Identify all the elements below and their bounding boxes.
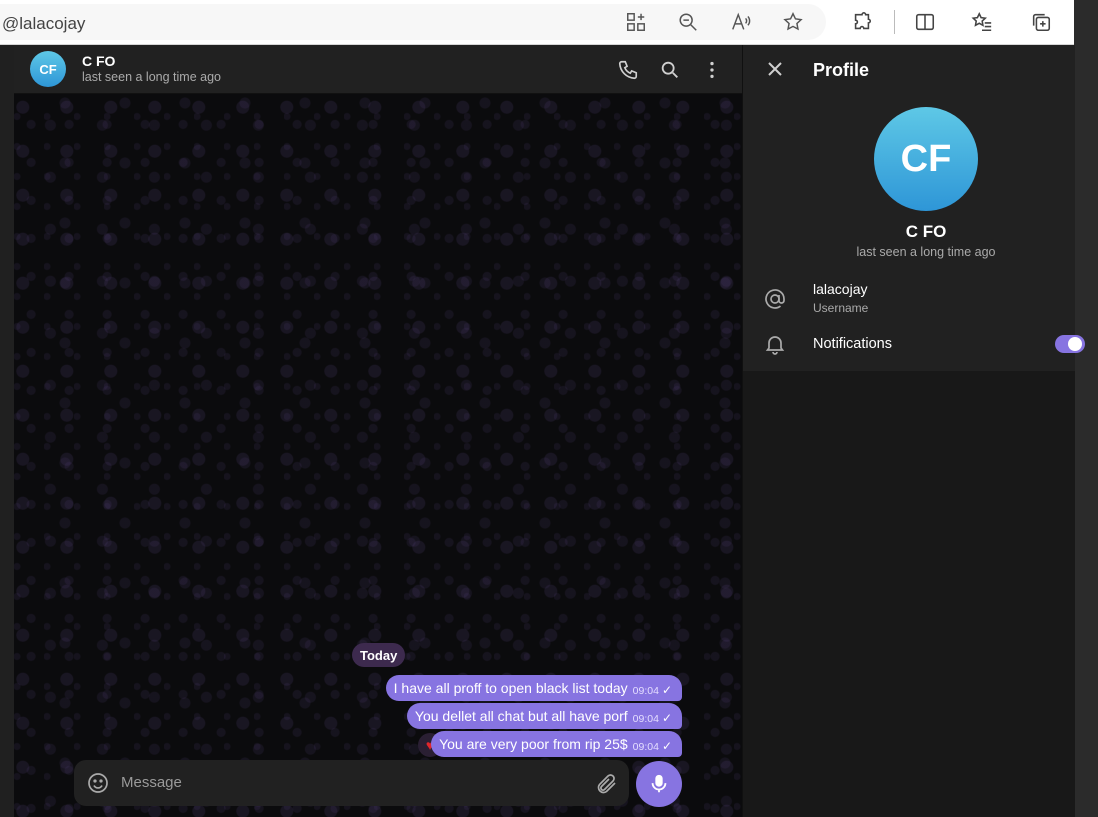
sent-check-icon: ✓ <box>661 711 672 725</box>
message-time: 09:04 <box>632 741 659 753</box>
collections-icon[interactable] <box>1028 9 1054 35</box>
chat-status: last seen a long time ago <box>82 70 221 84</box>
browser-toolbar: @lalacojay <box>0 0 1074 45</box>
profile-title: Profile <box>813 60 870 80</box>
message-text: I have all proff to open black list toda… <box>393 680 628 696</box>
zoom-out-icon[interactable] <box>675 9 701 35</box>
search-icon[interactable] <box>657 57 683 83</box>
chat-title[interactable]: C FO <box>82 53 115 69</box>
read-aloud-icon[interactable] <box>728 9 754 35</box>
username-value[interactable]: lalacojay <box>813 281 867 297</box>
at-sign-icon <box>763 287 787 311</box>
profile-avatar[interactable]: CF <box>874 107 978 211</box>
username-caption: Username <box>813 301 869 315</box>
voice-record-button[interactable] <box>636 761 682 807</box>
message-bubble[interactable]: You are very poor from rip 25$ 09:04 ✓ <box>431 731 682 757</box>
address-bar[interactable]: @lalacojay <box>0 4 826 40</box>
extensions-icon[interactable] <box>849 9 875 35</box>
address-text[interactable]: @lalacojay <box>2 14 85 34</box>
profile-status: last seen a long time ago <box>856 245 996 259</box>
microphone-icon <box>651 774 667 793</box>
app-available-icon[interactable] <box>623 9 649 35</box>
message-text: You dellet all chat but all have porf <box>414 708 628 724</box>
message-time: 09:04 <box>632 713 659 725</box>
notifications-toggle[interactable] <box>1055 335 1085 353</box>
profile-info: Profile CF C FO last seen a long time ag… <box>743 45 1085 371</box>
attach-icon[interactable] <box>595 772 619 796</box>
window-right-edge <box>1074 0 1098 817</box>
message-bubble[interactable]: You dellet all chat but all have porf 09… <box>406 703 682 729</box>
message-bubble[interactable]: I have all proff to open black list toda… <box>385 675 682 701</box>
split-screen-icon[interactable] <box>912 9 938 35</box>
toolbar-divider <box>894 10 895 34</box>
window-left-edge <box>0 45 14 817</box>
profile-name: C FO <box>905 222 947 241</box>
message-composer[interactable]: Message <box>74 760 629 806</box>
sent-check-icon: ✓ <box>661 683 672 697</box>
close-icon[interactable] <box>763 57 787 81</box>
sent-check-icon: ✓ <box>661 739 672 753</box>
favorites-icon[interactable] <box>969 9 995 35</box>
date-separator: Today <box>352 643 406 667</box>
notifications-label[interactable]: Notifications <box>813 336 892 352</box>
message-text: You are very poor from rip 25$ <box>439 736 628 752</box>
more-menu-icon[interactable] <box>699 57 725 83</box>
emoji-icon[interactable] <box>86 771 110 795</box>
profile-panel: Profile CF C FO last seen a long time ag… <box>742 45 1085 817</box>
avatar[interactable]: CF <box>30 51 66 87</box>
chat-panel: CF C FO last seen a long time ago Today … <box>14 45 742 817</box>
bell-icon <box>763 332 787 356</box>
message-time: 09:04 <box>632 685 659 697</box>
call-icon[interactable] <box>615 57 641 83</box>
message-input[interactable]: Message <box>121 774 182 791</box>
chat-header[interactable]: CF C FO last seen a long time ago <box>14 45 742 94</box>
favorite-star-icon[interactable] <box>780 9 806 35</box>
